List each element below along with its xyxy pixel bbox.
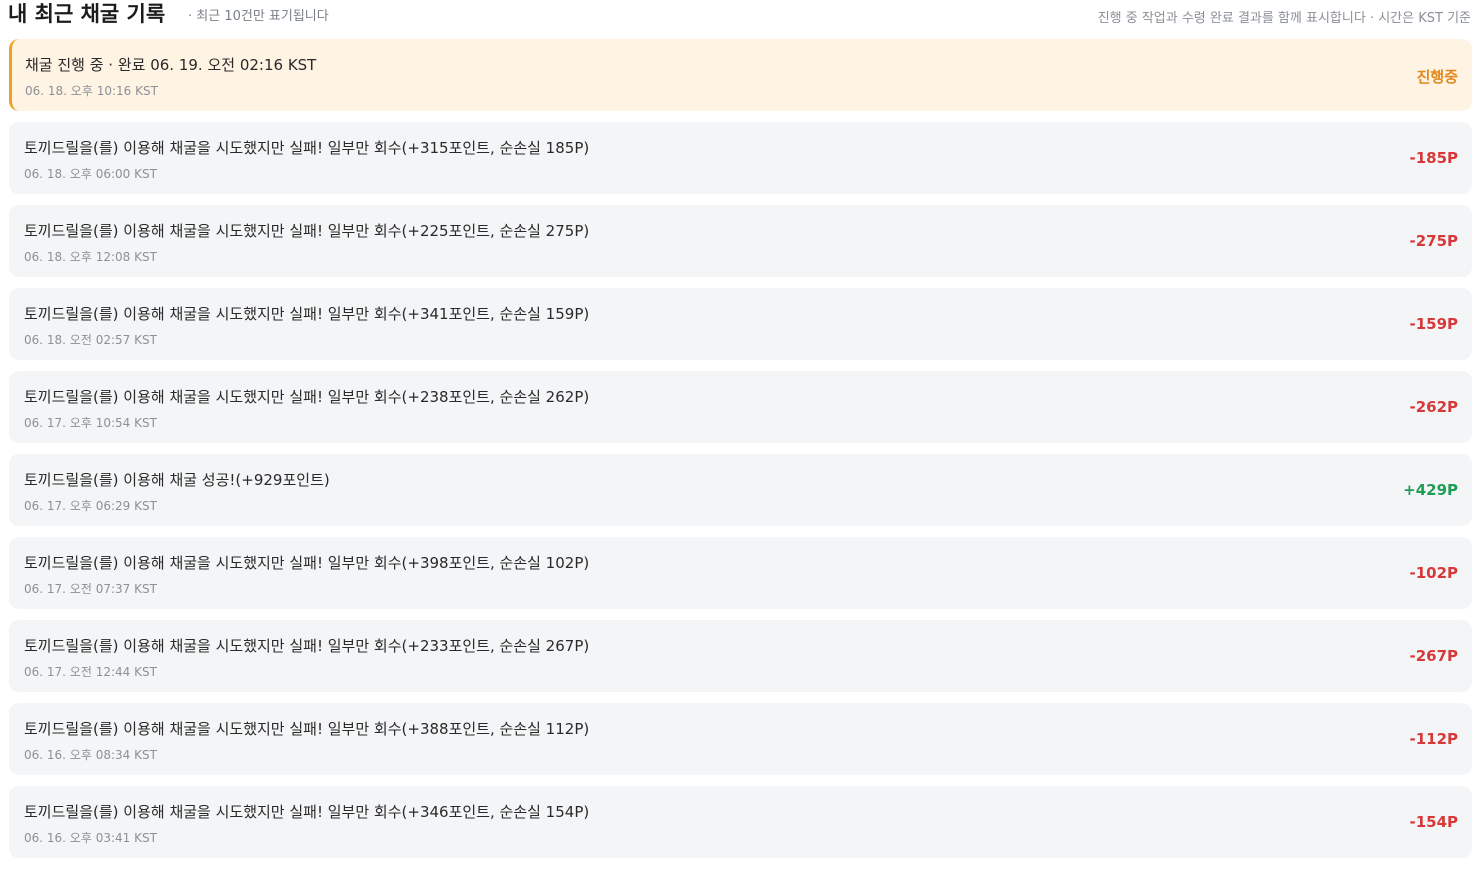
- record-time: 06. 16. 오후 03:41 KST: [24, 831, 157, 845]
- record-message: 토끼드릴을(를) 이용해 채굴을 시도했지만 실패! 일부만 회수(+225포인…: [24, 222, 590, 240]
- record-time: 06. 17. 오후 06:29 KST: [24, 499, 157, 513]
- record-amount: +429P: [1403, 481, 1458, 499]
- record-amount: -262P: [1409, 398, 1458, 416]
- record-time: 06. 16. 오후 08:34 KST: [24, 748, 157, 762]
- record-time: 06. 17. 오전 12:44 KST: [24, 665, 157, 679]
- record-time: 06. 17. 오전 07:37 KST: [24, 582, 157, 596]
- record-time: 06. 17. 오후 10:54 KST: [24, 416, 157, 430]
- record-time: 06. 18. 오전 02:57 KST: [24, 333, 157, 347]
- record-message: 토끼드릴을(를) 이용해 채굴 성공!(+929포인트): [24, 471, 330, 489]
- timezone-note: 진행 중 작업과 수령 완료 결과를 함께 표시합니다 · 시간은 KST 기준: [1097, 11, 1471, 26]
- record-time: 06. 18. 오후 12:08 KST: [24, 250, 157, 264]
- record-item: 토끼드릴을(를) 이용해 채굴을 시도했지만 실패! 일부만 회수(+238포인…: [9, 371, 1472, 443]
- record-item: 토끼드릴을(를) 이용해 채굴을 시도했지만 실패! 일부만 회수(+315포인…: [9, 122, 1472, 194]
- record-status-badge: 진행중: [1416, 68, 1458, 86]
- record-item: 토끼드릴을(를) 이용해 채굴을 시도했지만 실패! 일부만 회수(+398포인…: [9, 537, 1472, 609]
- record-item: 토끼드릴을(를) 이용해 채굴을 시도했지만 실패! 일부만 회수(+233포인…: [9, 620, 1472, 692]
- record-message: 토끼드릴을(를) 이용해 채굴을 시도했지만 실패! 일부만 회수(+238포인…: [24, 388, 590, 406]
- record-item: 토끼드릴을(를) 이용해 채굴을 시도했지만 실패! 일부만 회수(+341포인…: [9, 288, 1472, 360]
- record-item: 토끼드릴을(를) 이용해 채굴을 시도했지만 실패! 일부만 회수(+388포인…: [9, 703, 1472, 775]
- record-message: 토끼드릴을(를) 이용해 채굴을 시도했지만 실패! 일부만 회수(+388포인…: [24, 720, 590, 738]
- record-item-pending: 채굴 진행 중 · 완료 06. 19. 오전 02:16 KST 06. 18…: [9, 39, 1472, 111]
- record-item: 토끼드릴을(를) 이용해 채굴 성공!(+929포인트) 06. 17. 오후 …: [9, 454, 1472, 526]
- record-message: 토끼드릴을(를) 이용해 채굴을 시도했지만 실패! 일부만 회수(+341포인…: [24, 305, 590, 323]
- record-amount: -159P: [1409, 315, 1458, 333]
- records-limit-note: · 최근 10건만 표기됩니다: [188, 9, 329, 24]
- record-message: 토끼드릴을(를) 이용해 채굴을 시도했지만 실패! 일부만 회수(+233포인…: [24, 637, 590, 655]
- record-amount: -275P: [1409, 232, 1458, 250]
- record-amount: -112P: [1409, 730, 1458, 748]
- record-amount: -267P: [1409, 647, 1458, 665]
- record-item: 토끼드릴을(를) 이용해 채굴을 시도했지만 실패! 일부만 회수(+346포인…: [9, 786, 1472, 858]
- page-title: 내 최근 채굴 기록: [8, 2, 166, 26]
- record-message: 토끼드릴을(를) 이용해 채굴을 시도했지만 실패! 일부만 회수(+398포인…: [24, 554, 590, 572]
- record-message: 토끼드릴을(를) 이용해 채굴을 시도했지만 실패! 일부만 회수(+346포인…: [24, 803, 590, 821]
- record-time: 06. 18. 오후 06:00 KST: [24, 167, 157, 181]
- record-item: 토끼드릴을(를) 이용해 채굴을 시도했지만 실패! 일부만 회수(+225포인…: [9, 205, 1472, 277]
- record-message: 토끼드릴을(를) 이용해 채굴을 시도했지만 실패! 일부만 회수(+315포인…: [24, 139, 590, 157]
- record-amount: -102P: [1409, 564, 1458, 582]
- record-time: 06. 18. 오후 10:16 KST: [25, 84, 158, 98]
- mining-record-list: 채굴 진행 중 · 완료 06. 19. 오전 02:16 KST 06. 18…: [9, 39, 1472, 869]
- record-message: 채굴 진행 중 · 완료 06. 19. 오전 02:16 KST: [25, 56, 317, 74]
- record-amount: -154P: [1409, 813, 1458, 831]
- record-amount: -185P: [1409, 149, 1458, 167]
- section-header: 내 최근 채굴 기록 · 최근 10건만 표기됩니다 진행 중 작업과 수령 완…: [0, 0, 1473, 32]
